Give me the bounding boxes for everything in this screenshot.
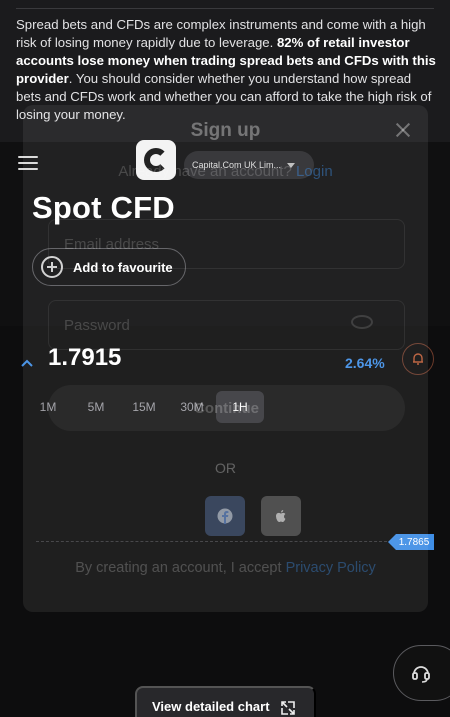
or-divider: OR (215, 460, 236, 476)
signup-title: Sign up (190, 120, 261, 141)
have-account-label: Already have an account? (118, 163, 292, 180)
privacy-policy-link[interactable]: Privacy Policy (286, 560, 376, 576)
view-detailed-chart-label: View detailed chart (152, 698, 270, 714)
view-detailed-chart-button[interactable]: View detailed chart (135, 686, 316, 717)
headset-icon (412, 666, 430, 683)
password-placeholder: Password (64, 316, 130, 334)
continue-button[interactable]: Continue (48, 385, 405, 431)
terms-label: By creating an account, I accept (75, 560, 282, 576)
email-field[interactable]: Email address (48, 219, 405, 269)
login-link[interactable]: Login (296, 163, 333, 180)
signup-modal: Sign up Already have an account? Login E… (23, 105, 428, 612)
expand-icon (281, 701, 295, 715)
support-button[interactable] (393, 645, 450, 701)
terms-text: By creating an account, I accept Privacy… (23, 560, 428, 576)
facebook-icon (217, 508, 233, 524)
apple-login-button[interactable] (261, 496, 301, 536)
email-placeholder: Email address (64, 235, 160, 253)
facebook-login-button[interactable] (205, 496, 245, 536)
have-account-text: Already have an account? Login (23, 163, 428, 180)
close-icon[interactable] (396, 123, 410, 137)
apple-icon (276, 510, 286, 522)
eye-icon[interactable] (351, 315, 373, 329)
divider (16, 8, 434, 9)
